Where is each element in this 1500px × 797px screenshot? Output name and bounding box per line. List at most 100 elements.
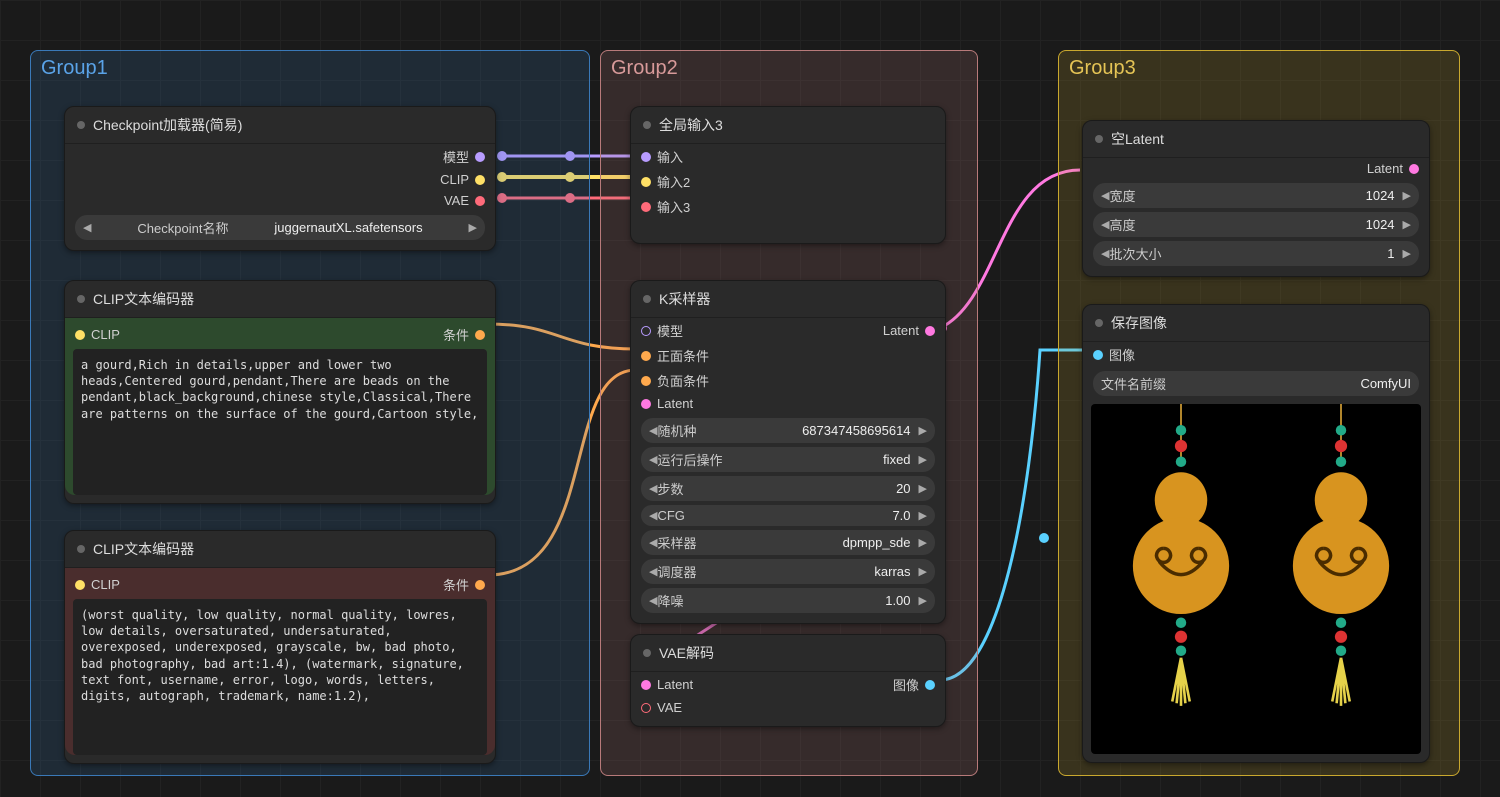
collapse-icon[interactable] bbox=[1095, 135, 1103, 143]
output-image-preview[interactable] bbox=[1091, 404, 1421, 754]
output-port-model[interactable] bbox=[475, 152, 485, 162]
input-port-clip[interactable] bbox=[75, 330, 85, 340]
chevron-left-icon[interactable]: ◀ bbox=[83, 221, 91, 234]
chevron-left-icon[interactable]: ◀ bbox=[649, 424, 657, 437]
chevron-left-icon[interactable]: ◀ bbox=[649, 536, 657, 549]
output-port-image[interactable] bbox=[925, 680, 935, 690]
chevron-right-icon[interactable]: ▶ bbox=[469, 221, 477, 234]
gourd-preview-left bbox=[1111, 404, 1251, 710]
node-header[interactable]: 空Latent bbox=[1083, 121, 1429, 158]
ksampler-widget[interactable]: ◀运行后操作fixed▶ bbox=[641, 447, 935, 472]
node-header[interactable]: Checkpoint加载器(简易) bbox=[65, 107, 495, 144]
collapse-icon[interactable] bbox=[77, 121, 85, 129]
node-vae-decode[interactable]: VAE解码 Latent 图像 VAE bbox=[630, 634, 946, 727]
chevron-left-icon[interactable]: ◀ bbox=[1101, 247, 1109, 260]
input-port-clip[interactable] bbox=[75, 580, 85, 590]
node-header[interactable]: 全局输入3 bbox=[631, 107, 945, 144]
input-port-model[interactable] bbox=[641, 326, 651, 336]
node-empty-latent[interactable]: 空Latent Latent ◀宽度1024▶◀高度1024▶◀批次大小1▶ bbox=[1082, 120, 1430, 277]
input-label: Latent bbox=[657, 677, 693, 692]
ksampler-widget[interactable]: ◀降噪1.00▶ bbox=[641, 588, 935, 613]
collapse-icon[interactable] bbox=[77, 545, 85, 553]
widget-value: ComfyUI bbox=[1360, 376, 1411, 391]
input-port-positive[interactable] bbox=[641, 351, 651, 361]
chevron-left-icon[interactable]: ◀ bbox=[1101, 218, 1109, 231]
chevron-right-icon[interactable]: ▶ bbox=[919, 424, 927, 437]
input-label: 负面条件 bbox=[657, 371, 709, 390]
node-canvas[interactable]: Group1 Group2 Group3 Checkpoint加载器(简易) 模… bbox=[0, 0, 1500, 797]
node-header[interactable]: CLIP文本编码器 bbox=[65, 531, 495, 568]
node-header[interactable]: 保存图像 bbox=[1083, 305, 1429, 342]
output-port-latent[interactable] bbox=[925, 326, 935, 336]
collapse-icon[interactable] bbox=[77, 295, 85, 303]
chevron-left-icon[interactable]: ◀ bbox=[649, 482, 657, 495]
node-title: CLIP文本编码器 bbox=[93, 289, 194, 309]
group-title: Group3 bbox=[1069, 57, 1136, 80]
input-port[interactable] bbox=[641, 202, 651, 212]
node-save-image[interactable]: 保存图像 图像 文件名前缀 ComfyUI bbox=[1082, 304, 1430, 763]
prompt-text-input[interactable]: (worst quality, low quality, normal qual… bbox=[73, 599, 487, 755]
input-port-latent[interactable] bbox=[641, 680, 651, 690]
input-port-negative[interactable] bbox=[641, 376, 651, 386]
chevron-right-icon[interactable]: ▶ bbox=[919, 594, 927, 607]
node-header[interactable]: CLIP文本编码器 bbox=[65, 281, 495, 318]
ksampler-widget[interactable]: ◀调度器karras▶ bbox=[641, 559, 935, 584]
node-clip-text-encode-positive[interactable]: CLIP文本编码器 CLIP 条件 a gourd,Rich in detail… bbox=[64, 280, 496, 504]
input-port-vae[interactable] bbox=[641, 703, 651, 713]
chevron-right-icon[interactable]: ▶ bbox=[1403, 189, 1411, 202]
ksampler-widget[interactable]: ◀采样器dpmpp_sde▶ bbox=[641, 530, 935, 555]
collapse-icon[interactable] bbox=[643, 121, 651, 129]
chevron-right-icon[interactable]: ▶ bbox=[919, 536, 927, 549]
output-port-conditioning[interactable] bbox=[475, 580, 485, 590]
output-port-vae[interactable] bbox=[475, 196, 485, 206]
output-port-clip[interactable] bbox=[475, 175, 485, 185]
filename-prefix-input[interactable]: 文件名前缀 ComfyUI bbox=[1093, 371, 1419, 396]
input-label: VAE bbox=[657, 700, 682, 715]
node-clip-text-encode-negative[interactable]: CLIP文本编码器 CLIP 条件 (worst quality, low qu… bbox=[64, 530, 496, 764]
chevron-left-icon[interactable]: ◀ bbox=[649, 453, 657, 466]
node-header[interactable]: VAE解码 bbox=[631, 635, 945, 672]
chevron-right-icon[interactable]: ▶ bbox=[1403, 247, 1411, 260]
input-port[interactable] bbox=[641, 177, 651, 187]
input-port[interactable] bbox=[641, 152, 651, 162]
output-port-conditioning[interactable] bbox=[475, 330, 485, 340]
input-label: 模型 bbox=[657, 321, 683, 340]
input-port-latent[interactable] bbox=[641, 399, 651, 409]
chevron-right-icon[interactable]: ▶ bbox=[919, 565, 927, 578]
node-checkpoint-loader[interactable]: Checkpoint加载器(简易) 模型 CLIP VAE ◀ Checkpoi… bbox=[64, 106, 496, 251]
ksampler-widget[interactable]: ◀CFG7.0▶ bbox=[641, 505, 935, 526]
node-title: VAE解码 bbox=[659, 643, 714, 663]
widget-value: dpmpp_sde bbox=[843, 535, 911, 550]
chevron-left-icon[interactable]: ◀ bbox=[649, 565, 657, 578]
chevron-right-icon[interactable]: ▶ bbox=[1403, 218, 1411, 231]
checkpoint-select[interactable]: ◀ Checkpoint名称 juggernautXL.safetensors … bbox=[75, 215, 485, 240]
latent-widget[interactable]: ◀高度1024▶ bbox=[1093, 212, 1419, 237]
node-global-inputs[interactable]: 全局输入3 输入 输入2 输入3 bbox=[630, 106, 946, 244]
chevron-right-icon[interactable]: ▶ bbox=[919, 509, 927, 522]
output-label: Latent bbox=[883, 323, 919, 338]
latent-widget[interactable]: ◀宽度1024▶ bbox=[1093, 183, 1419, 208]
widget-value: juggernautXL.safetensors bbox=[274, 220, 422, 235]
ksampler-widget[interactable]: ◀步数20▶ bbox=[641, 476, 935, 501]
prompt-text-input[interactable]: a gourd,Rich in details,upper and lower … bbox=[73, 349, 487, 495]
widget-value: 1024 bbox=[1366, 217, 1395, 232]
latent-widget[interactable]: ◀批次大小1▶ bbox=[1093, 241, 1419, 266]
widget-label: 降噪 bbox=[657, 591, 683, 610]
node-ksampler[interactable]: K采样器 模型 Latent 正面条件 负面条件 Latent ◀随机种6873… bbox=[630, 280, 946, 624]
group-title: Group2 bbox=[611, 57, 678, 80]
input-port-image[interactable] bbox=[1093, 350, 1103, 360]
chevron-left-icon[interactable]: ◀ bbox=[649, 509, 657, 522]
collapse-icon[interactable] bbox=[643, 295, 651, 303]
collapse-icon[interactable] bbox=[1095, 319, 1103, 327]
chevron-left-icon[interactable]: ◀ bbox=[649, 594, 657, 607]
collapse-icon[interactable] bbox=[643, 649, 651, 657]
chevron-left-icon[interactable]: ◀ bbox=[1101, 189, 1109, 202]
output-port-latent[interactable] bbox=[1409, 164, 1419, 174]
node-header[interactable]: K采样器 bbox=[631, 281, 945, 318]
node-title: 全局输入3 bbox=[659, 115, 723, 135]
widget-value: 1 bbox=[1387, 246, 1394, 261]
ksampler-widget[interactable]: ◀随机种687347458695614▶ bbox=[641, 418, 935, 443]
output-label: CLIP bbox=[440, 172, 469, 187]
chevron-right-icon[interactable]: ▶ bbox=[919, 453, 927, 466]
chevron-right-icon[interactable]: ▶ bbox=[919, 482, 927, 495]
